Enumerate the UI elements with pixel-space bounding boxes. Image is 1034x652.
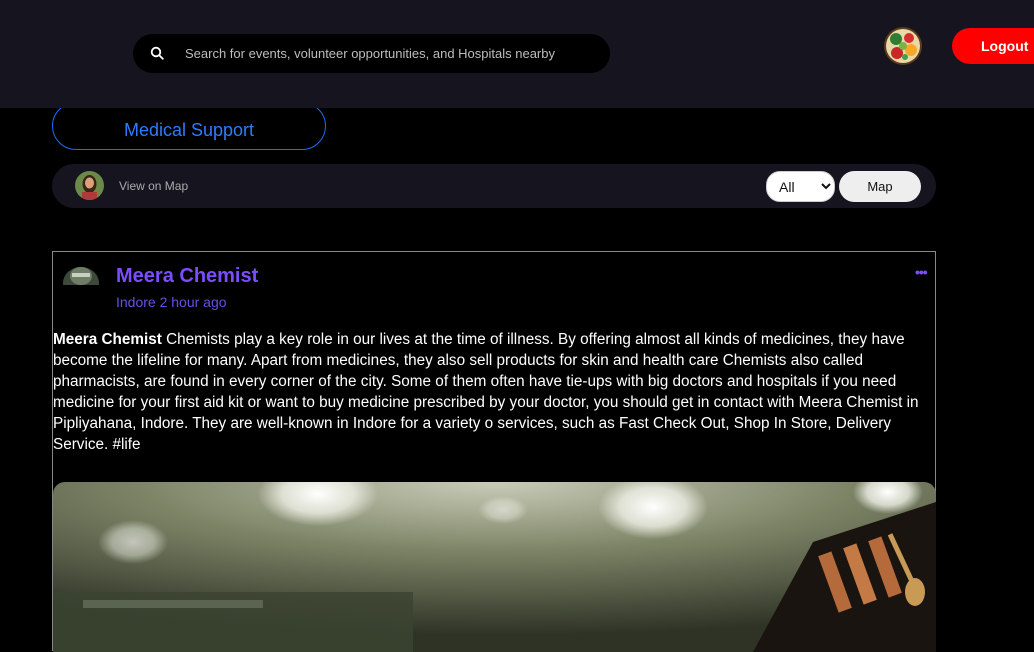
user-avatar[interactable] [884, 27, 922, 65]
post-image[interactable] [53, 482, 936, 652]
more-dots-icon[interactable]: ••• [915, 264, 928, 280]
map-button[interactable]: Map [839, 171, 921, 202]
user-avatar-small [75, 171, 104, 200]
search-icon [150, 46, 164, 60]
search-input[interactable] [185, 34, 595, 73]
map-filter-bar: View on Map All Map [52, 164, 936, 208]
search-bar[interactable] [133, 34, 610, 73]
post-meta: Indore 2 hour ago [116, 294, 227, 310]
author-avatar-image [62, 261, 101, 285]
profile-photo [75, 171, 104, 200]
post-card: Meera Chemist Indore 2 hour ago ••• Meer… [52, 251, 936, 652]
post-body-title: Meera Chemist [53, 331, 162, 348]
top-navigation-bar: Logout [0, 0, 1034, 108]
post-author-name[interactable]: Meera Chemist [116, 265, 258, 288]
user-avatar-image [884, 27, 922, 65]
post-body: Meera Chemist Chemists play a key role i… [53, 329, 936, 455]
author-avatar[interactable] [62, 261, 101, 285]
view-on-map-link[interactable]: View on Map [119, 179, 188, 193]
post-location: Indore [116, 294, 156, 310]
post-body-text: Chemists play a key role in our lives at… [53, 331, 919, 453]
pharmacy-interior-photo [53, 482, 936, 652]
post-time: 2 hour ago [159, 294, 227, 310]
medical-support-button[interactable]: Medical Support [52, 102, 326, 150]
logout-button[interactable]: Logout [952, 28, 1034, 64]
filter-select[interactable]: All [766, 171, 835, 202]
